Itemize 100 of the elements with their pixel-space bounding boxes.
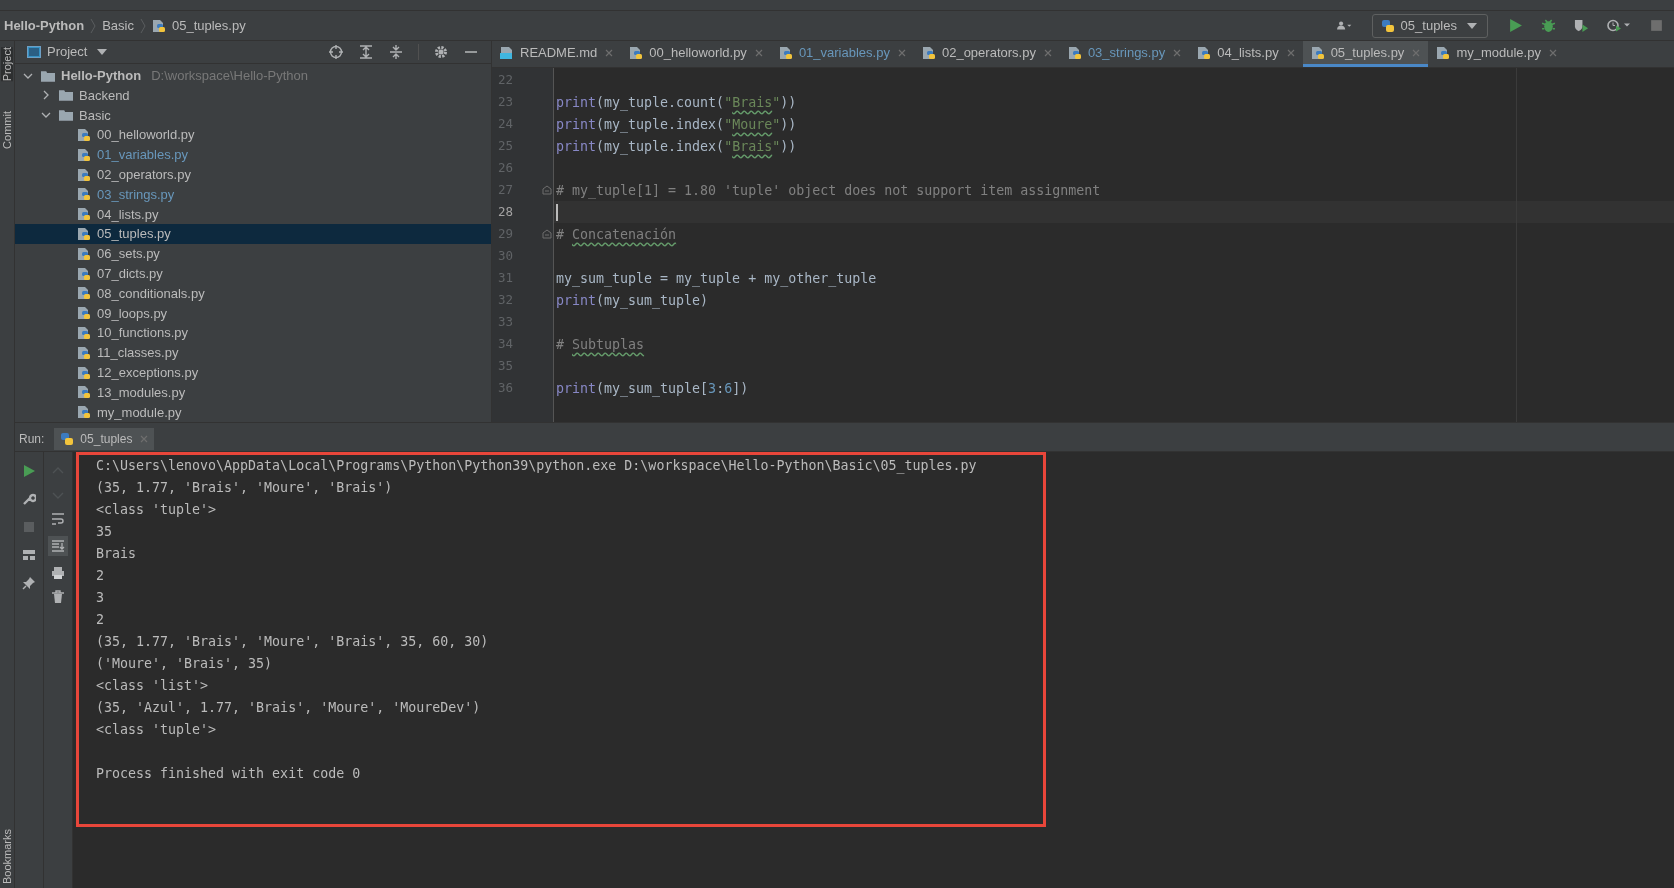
file-name: 12_exceptions.py: [97, 365, 199, 380]
layout-icon[interactable]: [22, 548, 36, 562]
python-file-icon: [77, 325, 91, 340]
stop-icon[interactable]: [22, 520, 36, 534]
close-icon[interactable]: [897, 48, 906, 57]
soft-wrap-icon[interactable]: [51, 512, 65, 526]
wrench-icon[interactable]: [22, 492, 36, 506]
bug-icon[interactable]: [1541, 18, 1556, 33]
python-file-icon: [921, 45, 936, 60]
python-file-icon: [1197, 45, 1212, 60]
tree-item[interactable]: my_module.py: [15, 402, 491, 422]
console-line: Brais: [96, 545, 138, 563]
code-line: print(my_tuple.index("Moure")): [556, 116, 797, 132]
python-file-icon: [77, 306, 91, 321]
editor-tab[interactable]: 05_tuples.py: [1302, 41, 1429, 67]
settings-icon[interactable]: [434, 44, 448, 59]
console-line: 2: [96, 567, 105, 585]
run-icon[interactable]: [1508, 18, 1523, 33]
tree-item[interactable]: 04_lists.py: [15, 204, 491, 225]
fold-icon[interactable]: [542, 185, 552, 195]
tree-item[interactable]: 01_variables.py: [15, 144, 491, 165]
file-name: 11_classes.py: [97, 345, 179, 361]
tree-item[interactable]: 13_modules.py: [15, 382, 491, 403]
tree-item[interactable]: 02_operators.py: [15, 164, 491, 185]
file-name: 00_helloworld.py: [97, 127, 195, 143]
console-line: <class 'tuple'>: [96, 501, 218, 519]
panel-label: Run:: [19, 432, 45, 446]
markdown-file-icon: [500, 45, 514, 60]
target-icon[interactable]: [329, 44, 343, 59]
close-icon[interactable]: [1043, 48, 1052, 57]
collapse-all-icon[interactable]: [389, 44, 403, 59]
tree-item[interactable]: 05_tuples.py: [15, 224, 491, 244]
file-name: 03_strings.py: [97, 186, 175, 202]
close-icon[interactable]: [1286, 48, 1295, 57]
profiler-icon[interactable]: [1607, 18, 1631, 33]
python-file-icon: [629, 45, 644, 60]
tree-item[interactable]: 08_conditionals.py: [15, 283, 491, 304]
editor-tab[interactable]: README.md: [492, 41, 622, 67]
console-line: 35: [96, 523, 113, 541]
tree-item[interactable]: Hello-Python D:\workspace\Hello-Python: [15, 65, 491, 86]
pin-icon[interactable]: [22, 576, 36, 590]
python-file-icon: [77, 147, 91, 162]
stop-icon[interactable]: [1649, 18, 1664, 33]
chevron-icon[interactable]: [41, 90, 51, 101]
code-line: # my_tuple[1] = 1.80 'tuple' object does not support item assignment: [556, 182, 1101, 198]
breadcrumb-item[interactable]: Hello-Python: [4, 18, 85, 33]
close-icon[interactable]: [1173, 48, 1182, 57]
fold-icon[interactable]: [542, 229, 552, 239]
tool-window-tab[interactable]: Bookmarks: [1, 828, 13, 884]
tool-window-tab[interactable]: Project: [1, 47, 13, 82]
file-name: 05_tuples.py: [97, 226, 171, 242]
folder-icon: [59, 108, 73, 123]
trash-icon[interactable]: [51, 590, 65, 604]
tree-item[interactable]: 07_dicts.py: [15, 263, 491, 284]
tree-item[interactable]: 09_loops.py: [15, 303, 491, 323]
print-icon[interactable]: [51, 566, 65, 580]
tool-window-tab[interactable]: Commit: [1, 111, 13, 150]
close-icon[interactable]: [1548, 48, 1557, 57]
breadcrumb-item[interactable]: 05_tuples.py: [171, 18, 246, 33]
breadcrumb-item[interactable]: Basic: [102, 18, 134, 33]
python-file-icon: [1436, 45, 1451, 60]
tree-item[interactable]: Basic: [15, 105, 491, 126]
file-name: 04_lists.py: [97, 206, 159, 222]
tree-item[interactable]: 10_functions.py: [15, 323, 491, 343]
file-name: my_module.py: [97, 404, 182, 420]
editor-tab[interactable]: my_module.py: [1428, 41, 1565, 67]
console-line: (35, 'Azul', 1.77, 'Brais', 'Moure', 'MoureDev'): [96, 699, 482, 717]
tree-item[interactable]: Backend: [15, 85, 491, 106]
python-file-icon: [77, 127, 91, 142]
tree-item[interactable]: 03_strings.py: [15, 184, 491, 205]
editor-tab[interactable]: 04_lists.py: [1189, 41, 1303, 67]
scroll-to-end-icon[interactable]: [48, 536, 68, 556]
editor-tab[interactable]: 02_operators.py: [913, 41, 1060, 67]
editor-tab[interactable]: 00_helloworld.py: [621, 41, 771, 67]
console-line: ('Moure', 'Brais', 35): [96, 655, 274, 673]
panel-icon: [27, 45, 41, 58]
close-icon[interactable]: [605, 48, 614, 57]
expand-all-icon[interactable]: [359, 44, 373, 59]
file-name: 09_loops.py: [97, 305, 168, 321]
run-tab[interactable]: 05_tuples: [54, 428, 155, 450]
editor-tab[interactable]: 01_variables.py: [770, 41, 914, 67]
file-name: 01_variables.py: [97, 147, 189, 163]
caret-icon[interactable]: [97, 48, 108, 55]
file-name: 13_modules.py: [97, 384, 186, 400]
tree-item[interactable]: 00_helloworld.py: [15, 125, 491, 145]
python-file-icon: [77, 167, 91, 182]
run-icon[interactable]: [22, 464, 36, 478]
file-name: 07_dicts.py: [97, 266, 163, 281]
tree-item[interactable]: 12_exceptions.py: [15, 362, 491, 383]
code-line: print(my_sum_tuple): [556, 292, 709, 308]
panel-title[interactable]: Project: [47, 44, 88, 60]
editor-tab[interactable]: 03_strings.py: [1059, 41, 1190, 67]
python-file-icon: [77, 385, 91, 400]
close-icon[interactable]: [754, 48, 763, 57]
coverage-icon[interactable]: [1574, 18, 1589, 33]
chevron-icon: [90, 17, 97, 34]
run-configuration-dropdown[interactable]: 05_tuples: [1371, 13, 1488, 38]
tree-item[interactable]: 11_classes.py: [15, 342, 491, 363]
file-name: Hello-Python: [61, 68, 142, 84]
tree-item[interactable]: 06_sets.py: [15, 243, 491, 264]
